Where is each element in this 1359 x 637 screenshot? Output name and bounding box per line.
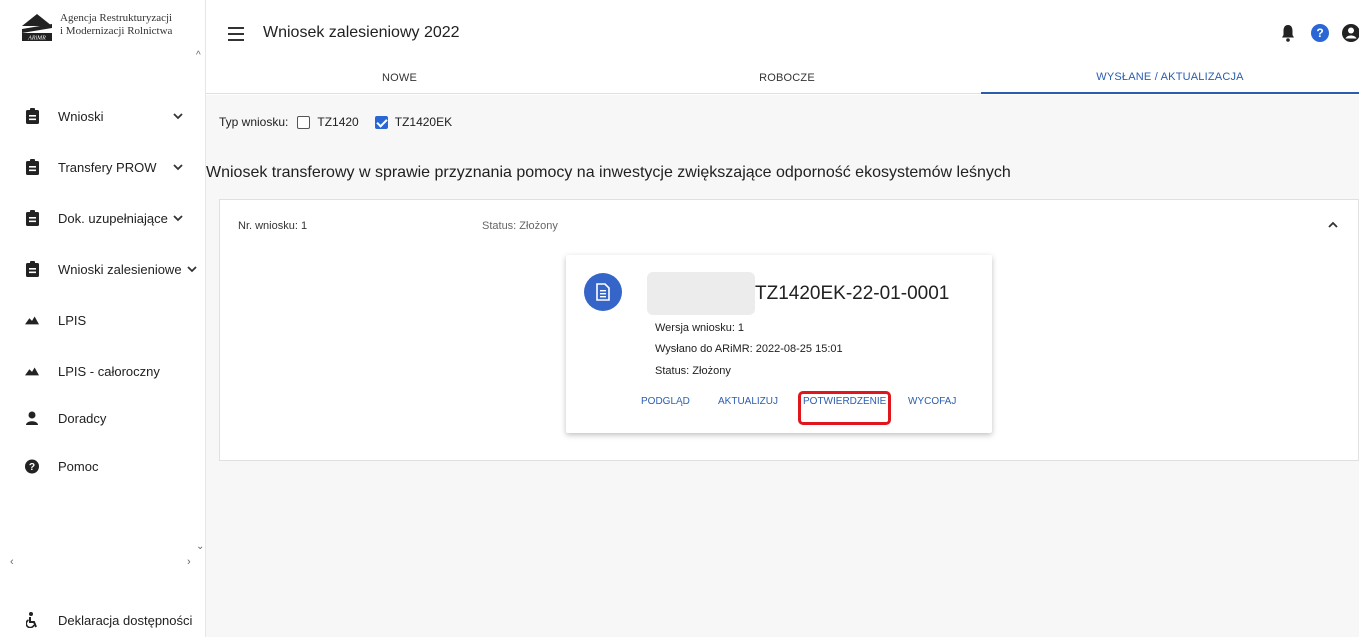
checkbox-tz1420[interactable]: [297, 115, 311, 129]
scroll-right-icon[interactable]: ›: [187, 556, 191, 568]
clipboard-icon: [25, 210, 39, 226]
application-sent-date: Wysłano do ARiMR: 2022-08-25 15:01: [655, 343, 843, 355]
sidebar-item-lpis-caloroczny[interactable]: LPIS - całoroczny: [0, 351, 206, 391]
status-tabs: NOWE ROBOCZE WYSŁANE / AKTUALIZACJA: [206, 62, 1359, 94]
clipboard-icon: [25, 159, 39, 175]
arimr-logo-icon: ARiMR: [20, 12, 54, 42]
accessibility-declaration-link[interactable]: Deklaracja dostępności: [0, 605, 206, 635]
application-status: Status: Złożony: [482, 220, 558, 232]
chevron-up-icon[interactable]: [1326, 218, 1340, 232]
main-content: Typ wniosku: TZ1420 TZ1420EK Wniosek tra…: [206, 95, 1359, 637]
terrain-icon: [25, 312, 39, 328]
account-icon[interactable]: [1342, 24, 1359, 42]
checkbox-tz1420ek[interactable]: [374, 115, 388, 129]
sidebar-item-lpis[interactable]: LPIS: [0, 300, 206, 340]
svg-text:ARiMR: ARiMR: [27, 36, 46, 42]
page-title: Wniosek zalesieniowy 2022: [263, 24, 460, 41]
chevron-down-icon: [173, 164, 183, 171]
preview-button[interactable]: PODGLĄD: [641, 396, 690, 407]
application-number: Nr. wniosku: 1: [238, 220, 308, 232]
sidebar-item-label: Wnioski: [58, 108, 104, 124]
section-title: Wniosek transferowy w sprawie przyznania…: [206, 164, 1011, 181]
sidebar-scroll-up[interactable]: ^: [196, 50, 201, 61]
chevron-down-icon: [173, 215, 183, 222]
sidebar-item-transfery-prow[interactable]: Transfery PROW: [0, 147, 206, 187]
sidebar-item-pomoc[interactable]: ? Pomoc: [0, 446, 206, 486]
app-header: Wniosek zalesieniowy 2022 ?: [206, 0, 1359, 62]
svg-text:?: ?: [29, 462, 35, 473]
confirmation-button[interactable]: POTWIERDZENIE: [803, 396, 886, 407]
tab-robocze[interactable]: ROBOCZE: [593, 62, 981, 94]
bell-icon[interactable]: [1281, 24, 1295, 42]
help-icon[interactable]: ?: [1311, 24, 1329, 42]
application-type-filter: Typ wniosku: TZ1420 TZ1420EK: [219, 115, 452, 129]
tab-nowe[interactable]: NOWE: [206, 62, 593, 94]
sidebar-item-label: LPIS: [58, 312, 87, 328]
application-card-status: Status: Złożony: [655, 365, 731, 377]
sidebar-item-label: Doradcy: [58, 410, 107, 426]
application-id: TZ1420EK-22-01-0001: [755, 283, 950, 304]
sidebar-item-wnioski[interactable]: Wnioski: [0, 96, 206, 136]
scroll-left-icon[interactable]: ‹: [10, 556, 14, 568]
sidebar-item-dok-uzupelniajace[interactable]: Dok. uzupełniające: [0, 198, 206, 238]
sidebar-horizontal-scrollbar[interactable]: ‹ ›: [0, 556, 206, 568]
withdraw-button[interactable]: WYCOFAJ: [908, 396, 956, 407]
clipboard-icon: [25, 108, 39, 124]
sidebar-item-wnioski-zalesieniowe[interactable]: Wnioski zalesieniowe: [0, 249, 206, 289]
application-version: Wersja wniosku: 1: [655, 322, 745, 334]
arimr-logo: ARiMR Agencja Restrukturyzacji i Moderni…: [20, 12, 172, 42]
clipboard-icon: [25, 261, 39, 277]
sidebar-item-doradcy[interactable]: Doradcy: [0, 398, 206, 438]
chevron-down-icon: [173, 113, 183, 120]
document-icon: [584, 273, 622, 311]
checkbox-label: TZ1420: [317, 115, 359, 129]
agency-name: Agencja Restrukturyzacji i Modernizacji …: [60, 12, 173, 37]
sidebar-item-label: Wnioski zalesieniowe: [58, 261, 182, 277]
filter-label: Typ wniosku:: [219, 115, 289, 129]
accessibility-icon: [25, 612, 39, 628]
tab-wyslane-aktualizacja[interactable]: WYSŁANE / AKTUALIZACJA: [981, 62, 1359, 94]
accessibility-label: Deklaracja dostępności: [58, 612, 193, 628]
hamburger-menu-icon[interactable]: [228, 27, 244, 41]
chevron-down-icon: [187, 266, 197, 273]
card-actions: PODGLĄD AKTUALIZUJ POTWIERDZENIE WYCOFAJ: [641, 396, 981, 416]
person-icon: [25, 410, 39, 426]
sidebar-item-label: LPIS - całoroczny: [58, 363, 160, 379]
application-card: TZ1420EK-22-01-0001 Wersja wniosku: 1 Wy…: [566, 255, 992, 433]
checkbox-label: TZ1420EK: [394, 115, 453, 129]
application-panel: Nr. wniosku: 1 Status: Złożony TZ1420EK-…: [219, 199, 1359, 461]
sidebar-item-label: Pomoc: [58, 458, 99, 474]
update-button[interactable]: AKTUALIZUJ: [718, 396, 778, 407]
redacted-field: [647, 272, 755, 315]
sidebar-scroll-down[interactable]: ⌄: [196, 541, 204, 552]
terrain-icon: [25, 363, 39, 379]
sidebar-item-label: Transfery PROW: [58, 159, 157, 175]
sidebar: ARiMR Agencja Restrukturyzacji i Moderni…: [0, 0, 206, 637]
help-circle-icon: ?: [25, 458, 39, 474]
header-actions: ?: [1249, 22, 1359, 44]
sidebar-item-label: Dok. uzupełniające: [58, 210, 168, 226]
